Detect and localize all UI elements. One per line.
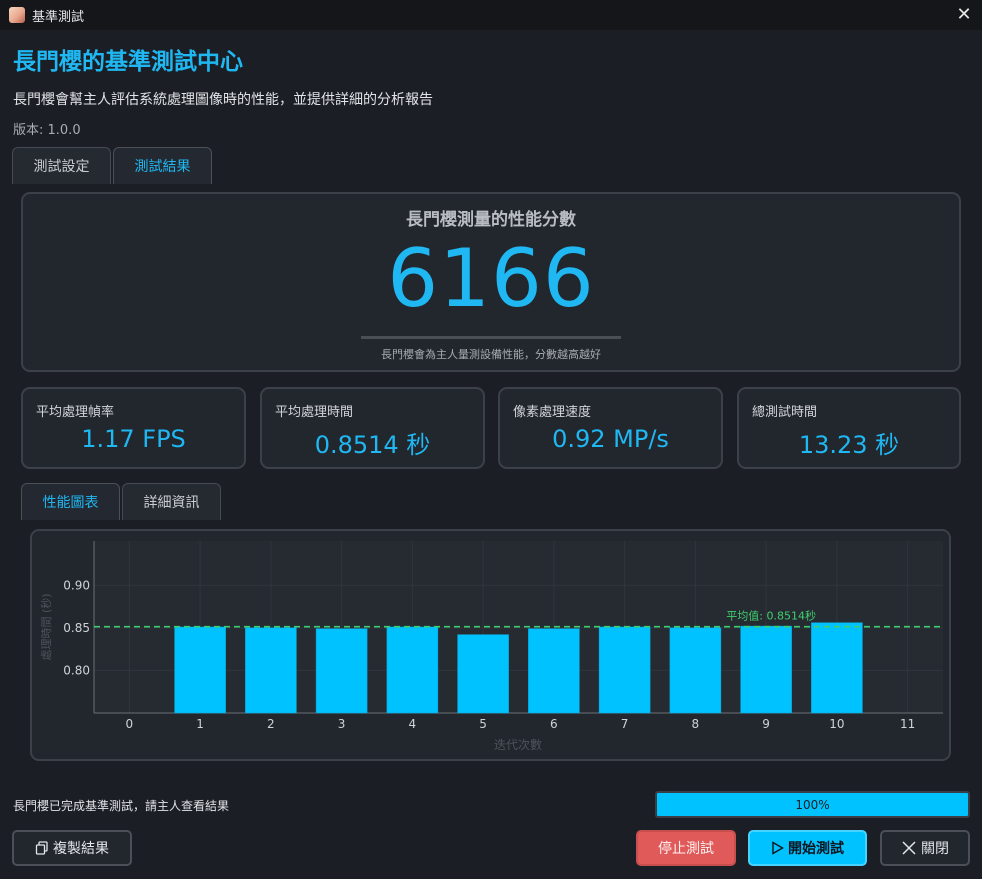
status-message: 長門櫻已完成基準測試，請主人查看結果 [13, 799, 230, 813]
tab-details[interactable]: 詳細資訊 [122, 483, 221, 520]
stat-value: 0.8514 秒 [314, 431, 431, 459]
score-divider [361, 336, 621, 339]
stop-button-label: 停止測試 [658, 841, 714, 857]
score-panel: 長門櫻測量的性能分數 6166 長門櫻會為主人量測設備性能，分數越高越好 [21, 192, 961, 372]
chart-bar [457, 634, 509, 714]
x-tick-label: 9 [762, 717, 770, 731]
title-bar: 基準測試 ✕ [0, 0, 982, 30]
score-value: 6166 [387, 232, 595, 325]
x-axis-label: 迭代次數 [494, 738, 542, 752]
stat-value: 0.92 MP/s [552, 425, 669, 453]
stat-value: 1.17 FPS [81, 425, 186, 453]
tab-performance-chart[interactable]: 性能圖表 [21, 483, 120, 520]
close-icon [902, 841, 916, 855]
copy-icon [35, 841, 48, 855]
benchmark-bar-chart: 平均值: 0.8514秒 0 1 2 3 4 5 6 7 8 9 10 110.800.850.90 … [39, 541, 943, 752]
tab-label: 詳細資訊 [143, 495, 200, 511]
y-axis-label: 處理時間 (秒) [39, 593, 53, 660]
window-title: 基準測試 [32, 9, 85, 25]
progress-label: 100% [795, 798, 830, 812]
stat-label: 平均處理時間 [275, 405, 354, 420]
x-tick-label: 0 [126, 717, 134, 731]
close-button[interactable]: 關閉 [880, 830, 970, 866]
page-subtitle: 長門櫻會幫主人評估系統處理圖像時的性能，並提供詳細的分析報告 [13, 92, 433, 108]
chart-bar [174, 626, 226, 714]
x-tick-label: 6 [550, 717, 558, 731]
x-tick-label: 5 [479, 717, 487, 731]
stat-card-total-time: 總測試時間 13.23 秒 [737, 387, 961, 469]
x-tick-label: 3 [338, 717, 346, 731]
stat-label: 像素處理速度 [513, 405, 592, 420]
x-tick-label: 11 [900, 717, 915, 731]
chart-bar [669, 627, 722, 714]
x-tick-label: 8 [692, 717, 700, 731]
stat-card-fps: 平均處理幀率 1.17 FPS [21, 387, 246, 469]
score-title: 長門櫻測量的性能分數 [406, 210, 576, 230]
start-test-button[interactable]: 開始測試 [748, 830, 867, 866]
close-icon[interactable]: ✕ [954, 5, 974, 25]
stat-card-pixel-speed: 像素處理速度 0.92 MP/s [498, 387, 723, 469]
chart-bar [245, 627, 297, 714]
average-label: 平均值: 0.8514秒 [726, 609, 816, 623]
y-tick-label: 0.85 [63, 621, 90, 635]
app-icon [9, 7, 25, 23]
stat-value: 13.23 秒 [798, 431, 900, 459]
page-title: 長門櫻的基準測試中心 [13, 49, 243, 75]
copy-results-button[interactable]: 複製結果 [12, 830, 132, 866]
play-icon [772, 841, 784, 855]
tab-test-results[interactable]: 測試結果 [113, 147, 212, 184]
tab-label: 性能圖表 [42, 495, 99, 511]
x-tick-label: 7 [621, 717, 629, 731]
x-tick-label: 10 [829, 717, 844, 731]
chart-bar [315, 628, 368, 714]
copy-button-label: 複製結果 [53, 841, 109, 857]
chart-bar [598, 626, 651, 714]
start-button-label: 開始測試 [788, 841, 844, 857]
y-tick-label: 0.90 [63, 578, 90, 592]
tab-label: 測試設定 [33, 159, 90, 175]
y-tick-label: 0.80 [63, 663, 90, 677]
progress-bar: 100% [655, 791, 970, 818]
stat-label: 平均處理幀率 [36, 405, 115, 420]
x-tick-label: 4 [409, 717, 417, 731]
chart-bar [386, 626, 439, 714]
stat-card-avg-time: 平均處理時間 0.8514 秒 [260, 387, 485, 469]
score-note: 長門櫻會為主人量測設備性能，分數越高越好 [381, 348, 601, 361]
chart-panel: 平均值: 0.8514秒 0 1 2 3 4 5 6 7 8 9 10 11 0.80 0.85 0.90 … [30, 529, 951, 761]
stat-label: 總測試時間 [752, 405, 818, 420]
chart-bar [528, 628, 580, 714]
x-tick-label: 1 [196, 717, 204, 731]
x-tick-label: 2 [267, 717, 275, 731]
stop-test-button[interactable]: 停止測試 [636, 830, 736, 866]
tab-label: 測試結果 [134, 159, 191, 175]
chart-bar [811, 622, 863, 714]
version-label: 版本: 1.0.0 [13, 123, 81, 138]
tab-test-settings[interactable]: 測試設定 [12, 147, 111, 184]
chart-bar [740, 625, 792, 714]
close-button-label: 關閉 [921, 841, 949, 857]
